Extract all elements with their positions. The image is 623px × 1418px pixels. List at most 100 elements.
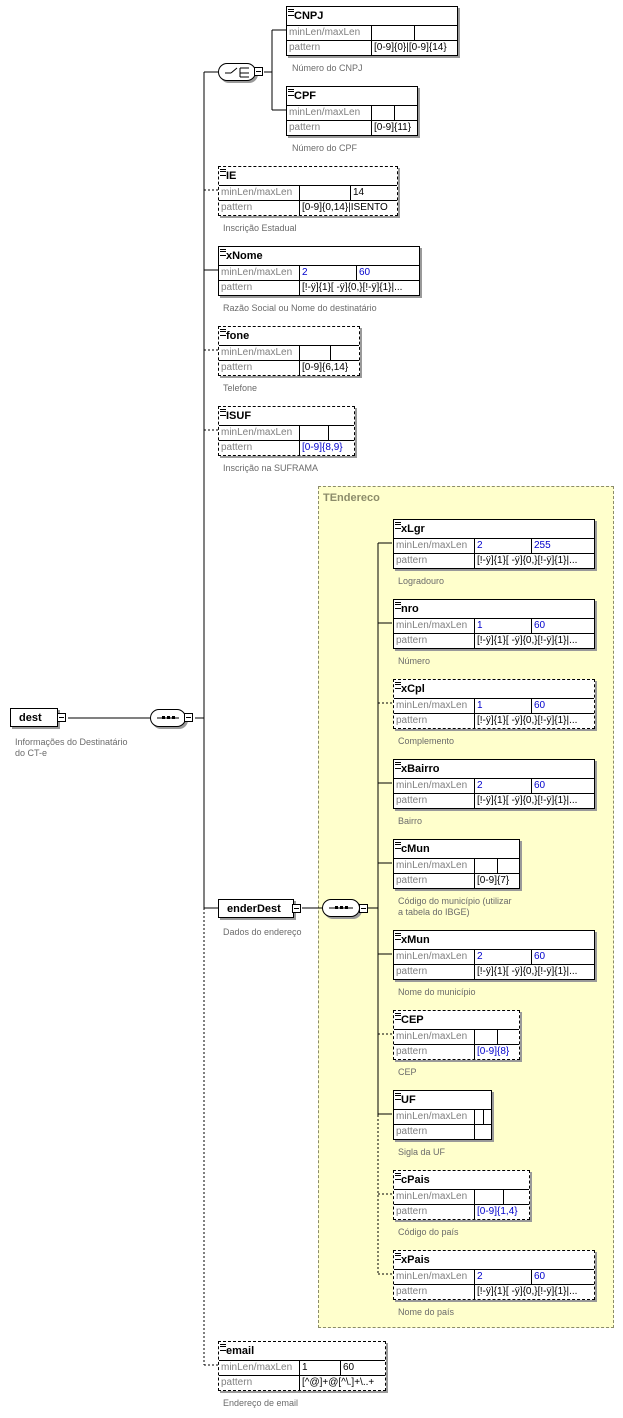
- facet-max: [503, 1189, 529, 1205]
- facet-min: [371, 105, 395, 121]
- element-name: nro: [401, 603, 419, 615]
- facet-pattern: [0-9]{6,14}: [299, 360, 359, 375]
- element-name: xNome: [226, 250, 263, 262]
- element-uf[interactable]: UF minLen/maxLen pattern: [393, 1090, 492, 1140]
- sequence-dots-icon: [329, 906, 353, 909]
- facet-label: pattern: [219, 360, 300, 375]
- facet-pattern: [0-9]{1,4}: [474, 1204, 529, 1219]
- facet-pattern: [0-9]{0}|[0-9]{14}: [371, 40, 457, 55]
- facet-label: minLen/maxLen: [219, 265, 300, 281]
- sequence-compositor-icon[interactable]: [322, 899, 360, 917]
- element-name: xLgr: [401, 523, 425, 535]
- facet-min: [474, 858, 498, 874]
- element-doc: Sigla da UF: [398, 1147, 446, 1157]
- facet-label: pattern: [394, 964, 475, 979]
- facet-label: minLen/maxLen: [394, 618, 475, 634]
- element-fone[interactable]: fone minLen/maxLen pattern [0-9]{6,14}: [218, 326, 360, 376]
- facet-min: [299, 185, 351, 201]
- facet-max: [483, 1109, 491, 1125]
- element-ie[interactable]: IE minLen/maxLen 14 pattern [0-9]{0,14}|IS…: [218, 166, 398, 216]
- facet-label: minLen/maxLen: [394, 1029, 475, 1045]
- element-list-icon: [395, 1173, 401, 1180]
- facet-label: minLen/maxLen: [287, 105, 372, 121]
- facet-min: 2: [474, 1269, 532, 1285]
- element-doc: Endereço de email: [223, 1398, 299, 1408]
- facet-max: 60: [531, 698, 594, 714]
- element-xmun[interactable]: xMun minLen/maxLen 2 60 pattern [!-ÿ]{1}[ -…: [393, 930, 595, 980]
- facet-pattern: [0-9]{0,14}|ISENTO: [299, 200, 397, 215]
- facet-min: 1: [474, 618, 532, 634]
- facet-label: minLen/maxLen: [219, 1360, 300, 1376]
- element-cep[interactable]: CEP minLen/maxLen pattern [0-9]{8}: [393, 1010, 520, 1060]
- element-xcpl[interactable]: xCpl minLen/maxLen 1 60 pattern [!-ÿ]{1}[ -…: [393, 679, 595, 729]
- collapse-icon[interactable]: [254, 67, 263, 76]
- element-cpais[interactable]: cPais minLen/maxLen pattern [0-9]{1,4}: [393, 1170, 530, 1220]
- facet-label: pattern: [219, 280, 300, 295]
- facet-label: pattern: [394, 1044, 475, 1059]
- element-name: fone: [226, 330, 250, 342]
- facet-label: minLen/maxLen: [394, 858, 475, 874]
- element-enderdest[interactable]: enderDest: [218, 899, 294, 918]
- collapse-icon[interactable]: [292, 904, 301, 913]
- root-element-dest[interactable]: dest: [10, 708, 58, 727]
- element-cpf[interactable]: CPF minLen/maxLen pattern [0-9]{11}: [286, 86, 418, 136]
- element-name: xMun: [401, 934, 430, 946]
- facet-max: [497, 1029, 519, 1045]
- element-name: UF: [401, 1094, 416, 1106]
- element-list-icon: [220, 169, 226, 176]
- facet-label: pattern: [219, 200, 300, 215]
- choice-compositor-icon[interactable]: [218, 63, 256, 81]
- facet-label: minLen/maxLen: [394, 1269, 475, 1285]
- facet-pattern: [474, 1124, 491, 1139]
- element-nro[interactable]: nro minLen/maxLen 1 60 pattern [!-ÿ]{1}[ -ÿ…: [393, 599, 595, 649]
- facet-label: pattern: [394, 1204, 475, 1219]
- schema-diagram: TEndereco dest Informações do Destinatár…: [0, 0, 623, 1418]
- facet-label: minLen/maxLen: [394, 698, 475, 714]
- element-doc: Dados do endereço: [223, 927, 302, 937]
- collapse-icon[interactable]: [359, 904, 368, 913]
- element-xlgr[interactable]: xLgr minLen/maxLen 2 255 pattern [!-ÿ]{1}[ …: [393, 519, 595, 569]
- facet-min: 2: [474, 778, 532, 794]
- facet-pattern: [!-ÿ]{1}[ -ÿ]{0,}[!-ÿ]{1}|...: [474, 1284, 594, 1299]
- element-xpais[interactable]: xPais minLen/maxLen 2 60 pattern [!-ÿ]{1}[ …: [393, 1250, 595, 1300]
- facet-label: pattern: [394, 553, 475, 568]
- element-cnpj[interactable]: CNPJ minLen/maxLen pattern [0-9]{0}|[0-9]…: [286, 6, 458, 56]
- element-doc: Código do país: [398, 1227, 459, 1237]
- facet-min: 2: [474, 538, 532, 554]
- element-name: ISUF: [226, 410, 252, 422]
- element-doc: Inscrição na SUFRAMA: [223, 463, 319, 473]
- element-xbairro[interactable]: xBairro minLen/maxLen 2 60 pattern [!-ÿ]{1}…: [393, 759, 595, 809]
- element-list-icon: [395, 682, 401, 689]
- element-name: IE: [226, 170, 237, 182]
- element-isuf[interactable]: ISUF minLen/maxLen pattern [0-9]{8,9}: [218, 406, 355, 456]
- element-email[interactable]: email minLen/maxLen 1 60 pattern [^@]+@[^\.…: [218, 1341, 386, 1391]
- facet-min: [299, 425, 329, 441]
- element-name: email: [226, 1345, 255, 1357]
- facet-label: minLen/maxLen: [394, 1189, 475, 1205]
- element-list-icon: [220, 329, 226, 336]
- facet-pattern: [0-9]{8}: [474, 1044, 519, 1059]
- facet-min: [371, 25, 415, 41]
- facet-min: [474, 1029, 498, 1045]
- facet-label: minLen/maxLen: [394, 1109, 475, 1125]
- facet-label: pattern: [394, 633, 475, 648]
- element-name: cPais: [401, 1174, 430, 1186]
- facet-max: 60: [531, 949, 594, 965]
- facet-pattern: [!-ÿ]{1}[ -ÿ]{0,}[!-ÿ]{1}|...: [474, 964, 594, 979]
- element-cmun[interactable]: cMun minLen/maxLen pattern [0-9]{7}: [393, 839, 520, 889]
- facet-max: [330, 345, 359, 361]
- facet-pattern: [!-ÿ]{1}[ -ÿ]{0,}[!-ÿ]{1}|...: [299, 280, 419, 295]
- element-doc: Número do CNPJ: [292, 63, 363, 73]
- facet-min: [474, 1109, 484, 1125]
- element-doc: Complemento: [398, 736, 455, 746]
- sequence-compositor-icon[interactable]: [150, 709, 186, 727]
- element-name: CEP: [401, 1014, 424, 1026]
- element-list-icon: [220, 1344, 226, 1351]
- collapse-icon[interactable]: [57, 713, 66, 722]
- facet-max: 255: [531, 538, 594, 554]
- collapse-icon[interactable]: [184, 713, 193, 722]
- facet-pattern: [!-ÿ]{1}[ -ÿ]{0,}[!-ÿ]{1}|...: [474, 713, 594, 728]
- element-name: xPais: [401, 1254, 430, 1266]
- element-xnome[interactable]: xNome minLen/maxLen 2 60 pattern [!-ÿ]{1}[ …: [218, 246, 420, 296]
- root-element-name: dest: [19, 712, 42, 724]
